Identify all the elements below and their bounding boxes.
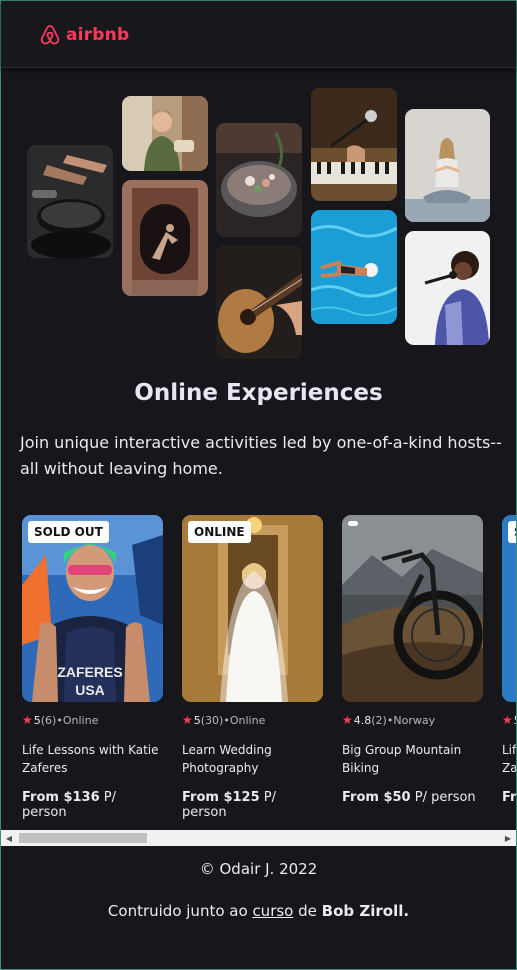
card-image: ONLINE: [182, 515, 323, 702]
footer-copyright: © Odair J. 2022: [199, 860, 318, 878]
card-rating: 5: [33, 713, 41, 727]
credit-prefix: Contruido junto ao: [107, 902, 248, 920]
card-wedding-photography[interactable]: ONLINE ★ 5 (30) • Online Learn Wedding P…: [182, 515, 323, 820]
card-location: Norway: [393, 713, 436, 727]
credit-author: Bob Ziroll.: [321, 902, 410, 920]
scrollbar-thumb[interactable]: [19, 833, 147, 843]
hero-title: Online Experiences: [134, 380, 383, 406]
card-location: Online: [62, 713, 99, 727]
card-price-amount: From $136: [22, 790, 100, 805]
card-title: Learn Wedding Photography: [182, 743, 272, 775]
card-stats: ★ 5: [502, 713, 516, 727]
photo-singer: [405, 231, 490, 345]
status-badge: ONLINE: [188, 521, 251, 543]
photo-swimmer: [311, 210, 397, 324]
card-price: Fr: [502, 790, 516, 805]
photo-pasta-host: [122, 96, 208, 171]
photo-yoga: [405, 109, 490, 222]
course-link[interactable]: curso: [252, 902, 293, 920]
card-rating: 4.8: [353, 713, 372, 727]
logo-text: airbnb: [66, 25, 130, 45]
card-mountain-biking[interactable]: ★ 4.8 (2) • Norway Big Group Mountain Bi…: [342, 515, 483, 805]
card-title: Big Group Mountain Biking: [342, 743, 462, 775]
scroll-right-icon[interactable]: ▶: [500, 830, 516, 846]
star-icon: ★: [182, 713, 193, 727]
card-price: From $125 P/ person: [182, 790, 323, 820]
photo-dancer-doorway: [122, 180, 208, 296]
card-price: From $50 P/ person: [342, 790, 483, 805]
card-title: Life Za: [502, 743, 516, 775]
star-icon: ★: [502, 713, 513, 727]
star-icon: ★: [22, 713, 33, 727]
card-partial[interactable]: S ★ 5 Life Za Fr: [502, 515, 516, 805]
card-review-count: (6): [40, 713, 57, 727]
photo-food-bowl: [216, 123, 302, 237]
photo-cooking: [27, 145, 113, 258]
card-image: [342, 515, 483, 702]
status-badge: SOLD OUT: [28, 521, 109, 543]
card-review-count: (30): [200, 713, 224, 727]
card-title: Life Lessons with Katie Zaferes: [22, 743, 159, 775]
svg-text:USA: USA: [75, 682, 105, 698]
airbnb-logo[interactable]: airbnb: [38, 23, 129, 47]
scroll-left-icon[interactable]: ◀: [1, 830, 17, 846]
card-stats: ★ 4.8 (2) • Norway: [342, 713, 483, 727]
horizontal-scrollbar[interactable]: ◀ ▶: [1, 830, 516, 846]
card-rating: 5: [193, 713, 201, 727]
card-image: S: [502, 515, 516, 702]
airbnb-logo-icon: [40, 25, 60, 45]
card-katie-zaferes[interactable]: ZAFERES USA SOLD OUT ★ 5 (6) • Online Li…: [22, 515, 163, 820]
svg-text:ZAFERES: ZAFERES: [57, 664, 122, 680]
status-badge: S: [508, 521, 516, 543]
experience-cards: ZAFERES USA SOLD OUT ★ 5 (6) • Online Li…: [1, 505, 516, 830]
star-icon: ★: [342, 713, 353, 727]
footer-credit: Contruido junto ao curso de Bob Ziroll.: [0, 902, 517, 920]
card-price: From $136 P/ person: [22, 790, 163, 820]
card-price-unit: P/ person: [414, 790, 476, 805]
card-image: ZAFERES USA SOLD OUT: [22, 515, 163, 702]
status-badge: [348, 521, 358, 526]
card-rating: 5: [514, 714, 516, 727]
hero-subtitle: Join unique interactive activities led b…: [20, 433, 502, 478]
card-price-amount: From $50: [342, 790, 411, 805]
card-stats: ★ 5 (6) • Online: [22, 713, 163, 727]
card-stats: ★ 5 (30) • Online: [182, 713, 323, 727]
card-review-count: (2): [371, 713, 387, 727]
photo-guitar: [216, 245, 302, 359]
credit-middle: de: [298, 902, 317, 920]
photo-microphone-piano: [311, 88, 397, 201]
navbar: airbnb: [1, 1, 516, 68]
card-location: Online: [229, 713, 266, 727]
card-price-amount: From $125: [182, 790, 260, 805]
card-price-amount: Fr: [502, 790, 516, 805]
